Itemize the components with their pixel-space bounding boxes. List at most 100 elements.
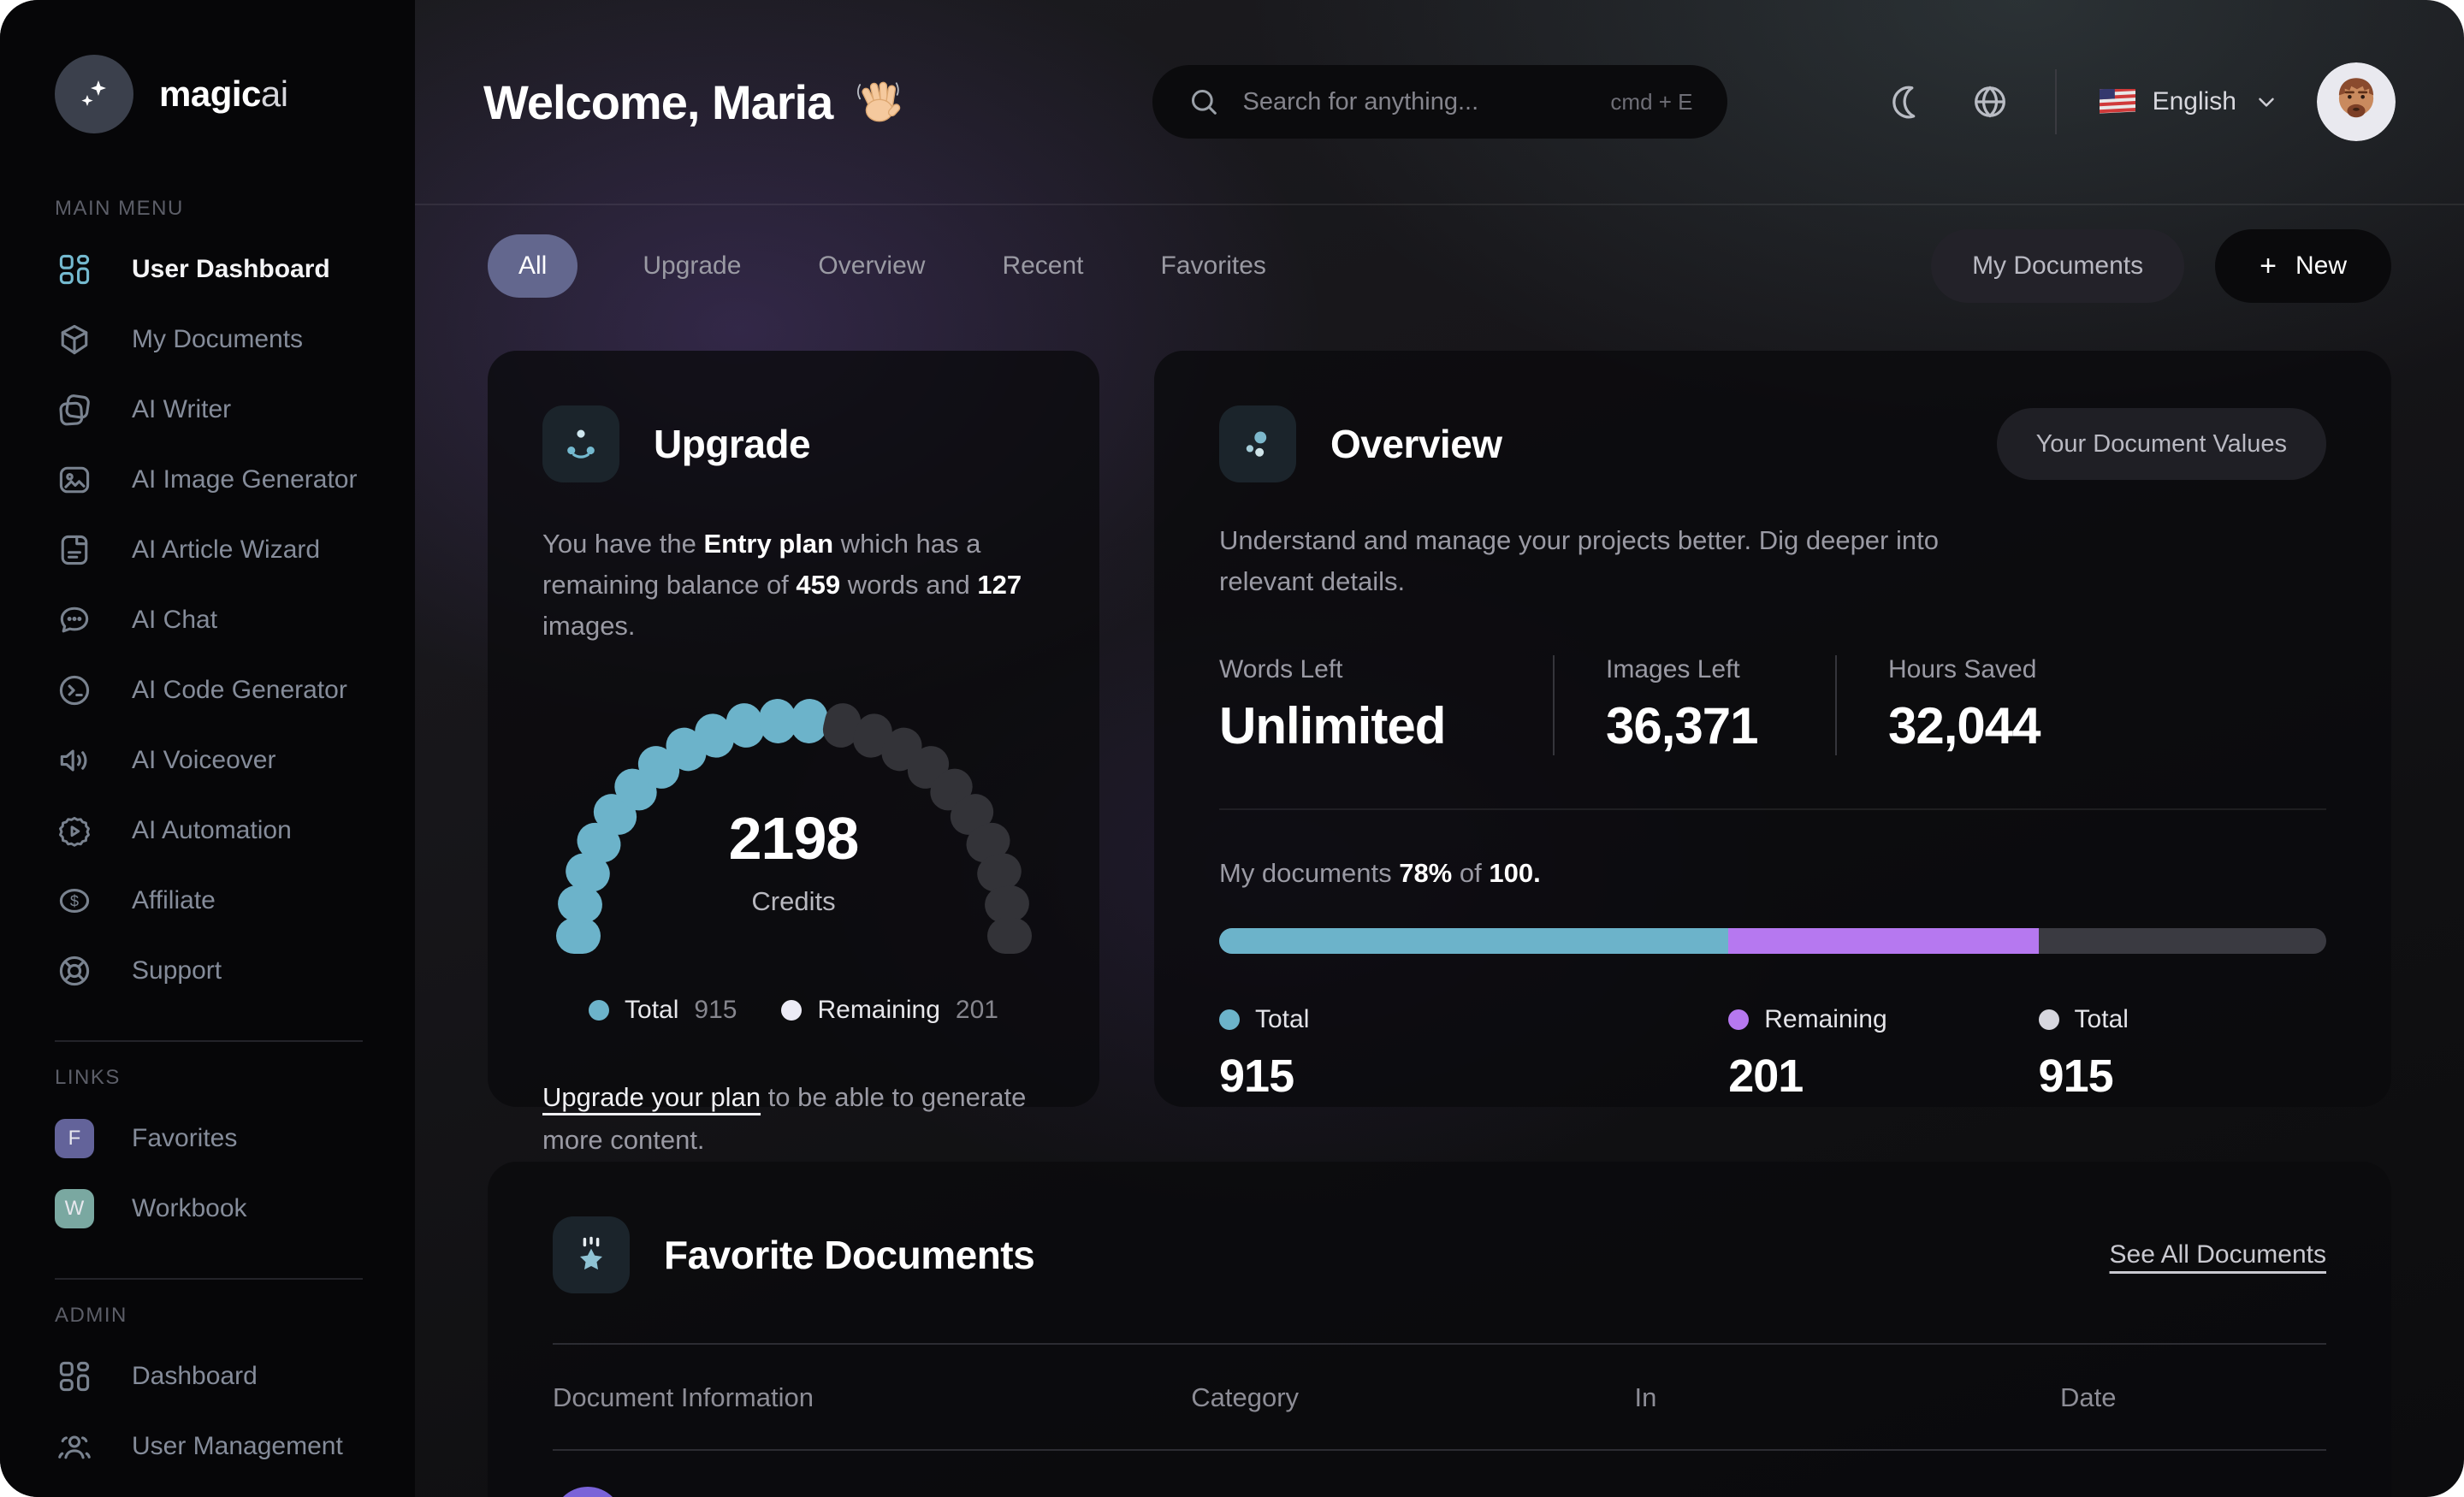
stat-images-left: Images Left 36,371: [1553, 655, 1835, 756]
sidebar-item-label: AI Chat: [132, 606, 218, 634]
dashboard-grid-icon: [55, 1357, 94, 1396]
sidebar-item-label: AI Voiceover: [132, 746, 276, 774]
document-pen-icon: [553, 1487, 623, 1497]
see-all-documents-link[interactable]: See All Documents: [2110, 1240, 2326, 1269]
credits-unit: Credits: [751, 886, 836, 917]
tab-overview[interactable]: Overview: [806, 234, 937, 298]
sidebar-item-label: Affiliate: [132, 886, 216, 914]
overview-divider: [1219, 808, 2326, 811]
sidebar-item-ai-writer[interactable]: AI Writer: [55, 375, 415, 445]
cube-icon: [55, 320, 94, 359]
sparkles-icon: [81, 80, 106, 106]
overview-card: Overview Your Document Values Understand…: [1154, 351, 2391, 1107]
brand-name: magicai: [159, 74, 288, 114]
sidebar-item-support[interactable]: Support: [55, 936, 415, 1006]
globe-button[interactable]: [1968, 80, 2012, 124]
legend-dot-gray: [2038, 1009, 2059, 1031]
table-header-row: Document Information Category In Date: [553, 1345, 2326, 1449]
chat-bubble-icon: [55, 601, 94, 640]
sidebar-divider: [55, 1040, 363, 1042]
sheets-icon: [55, 390, 94, 429]
lifebuoy-icon: [55, 951, 94, 991]
documents-progress-text: My documents 78% of 100.: [1219, 858, 1541, 889]
sidebar-item-ai-code-generator[interactable]: AI Code Generator: [55, 655, 415, 725]
speaker-icon: [55, 741, 94, 780]
overview-legend: Total 915 Remaining 201 Total 915: [1219, 1005, 2326, 1116]
dashboard-grid-icon: [55, 250, 94, 289]
sidebar-item-label: Favorites: [132, 1124, 238, 1152]
stat-words-left: Words Left Unlimited: [1219, 655, 1446, 755]
tab-recent[interactable]: Recent: [990, 234, 1095, 298]
sidebar-item-my-documents[interactable]: My Documents: [55, 305, 415, 375]
dollar-icon: $: [55, 881, 94, 920]
overview-legend-total: Total 915: [1219, 1005, 1310, 1103]
sidebar-item-ai-article-wizard[interactable]: AI Article Wizard: [55, 515, 415, 585]
upgrade-plan-link[interactable]: Upgrade your plan: [542, 1082, 761, 1112]
favorites-tile: [553, 1216, 630, 1293]
col-date: Date: [2060, 1382, 2117, 1412]
plus-icon: +: [2260, 249, 2277, 282]
brand[interactable]: magicai: [55, 55, 415, 133]
sidebar-item-label: User Management: [132, 1432, 343, 1460]
search-shortcut: cmd + E: [1610, 88, 1693, 115]
language-selector[interactable]: English: [2099, 87, 2279, 116]
sidebar-item-ai-voiceover[interactable]: AI Voiceover: [55, 725, 415, 796]
section-label-links: LINKS: [55, 1066, 121, 1089]
sidebar-item-ai-automation[interactable]: AI Automation: [55, 796, 415, 866]
tab-upgrade[interactable]: Upgrade: [631, 234, 753, 298]
credits-gauge: 2198 Credits: [543, 677, 1045, 991]
sidebar-item-ai-image-generator[interactable]: AI Image Generator: [55, 445, 415, 515]
overview-tile: [1219, 405, 1296, 482]
upgrade-card-header: Upgrade: [542, 405, 1045, 482]
chevron-down-icon: [2259, 98, 2274, 107]
sidebar-item-affiliate[interactable]: $ Affiliate: [55, 866, 415, 936]
sidebar-item-label: Workbook: [132, 1194, 247, 1222]
sidebar-item-label: AI Automation: [132, 816, 292, 844]
language-label: English: [2152, 87, 2236, 115]
progress-segment-remaining: [1728, 928, 2039, 955]
user-avatar[interactable]: [2317, 62, 2396, 141]
users-icon: [55, 1427, 94, 1466]
article-icon: [55, 530, 94, 570]
credits-value: 2198: [728, 805, 860, 873]
table-row[interactable]: How to build a successful business My Bl…: [553, 1451, 2326, 1497]
progress-segment-total: [1219, 928, 1729, 955]
content-area: All Upgrade Overview Recent Favorites My…: [415, 229, 2464, 1497]
brand-logo: [55, 55, 133, 133]
upgrade-legend: Total 915 Remaining 201: [542, 996, 1045, 1025]
dark-mode-toggle[interactable]: [1886, 80, 1930, 124]
sidebar-item-label: Dashboard: [132, 1362, 258, 1390]
sidebar-item-user-management[interactable]: User Management: [55, 1411, 415, 1482]
sidebar-item-admin-dashboard[interactable]: Dashboard: [55, 1341, 415, 1411]
sidebar-item-workbook[interactable]: W Workbook: [55, 1174, 415, 1244]
document-values-button[interactable]: Your Document Values: [1996, 408, 2326, 480]
favorites-header: Favorite Documents See All Documents: [553, 1216, 2326, 1293]
legend-total: Total 915: [589, 996, 737, 1025]
sidebar-item-label: Support: [132, 956, 222, 985]
credits-gauge-center: 2198 Credits: [543, 804, 1045, 917]
sidebar-item-label: My Documents: [132, 325, 304, 353]
my-documents-button[interactable]: My Documents: [1931, 229, 2185, 303]
sidebar-item-favorites[interactable]: F Favorites: [55, 1104, 415, 1174]
col-document-information: Document Information: [553, 1382, 814, 1412]
new-button[interactable]: + New: [2215, 229, 2391, 303]
upgrade-tile: [542, 405, 619, 482]
moon-icon: [1892, 86, 1915, 119]
search-input[interactable]: [1242, 87, 1589, 116]
header-divider: [2054, 69, 2057, 134]
page-title: Welcome, Maria: [483, 74, 833, 129]
section-label-main-menu: MAIN MENU: [55, 197, 184, 220]
sidebar-item-user-dashboard[interactable]: User Dashboard: [55, 234, 415, 305]
section-label-admin: ADMIN: [55, 1304, 127, 1327]
header-actions: English: [1727, 62, 2396, 141]
overview-card-title: Overview: [1330, 422, 1502, 466]
tab-all[interactable]: All: [488, 234, 578, 298]
search-bar[interactable]: cmd + E: [1152, 65, 1727, 139]
cards-row: Upgrade You have the Entry plan which ha…: [488, 351, 2391, 1155]
us-flag-icon: [2099, 89, 2135, 114]
search-icon: [1191, 90, 1217, 115]
tab-favorites[interactable]: Favorites: [1149, 234, 1278, 298]
overview-stats: Words Left Unlimited Images Left 36,371 …: [1219, 655, 2326, 756]
legend-dot-total: [589, 1000, 610, 1021]
sidebar-item-ai-chat[interactable]: AI Chat: [55, 585, 415, 655]
